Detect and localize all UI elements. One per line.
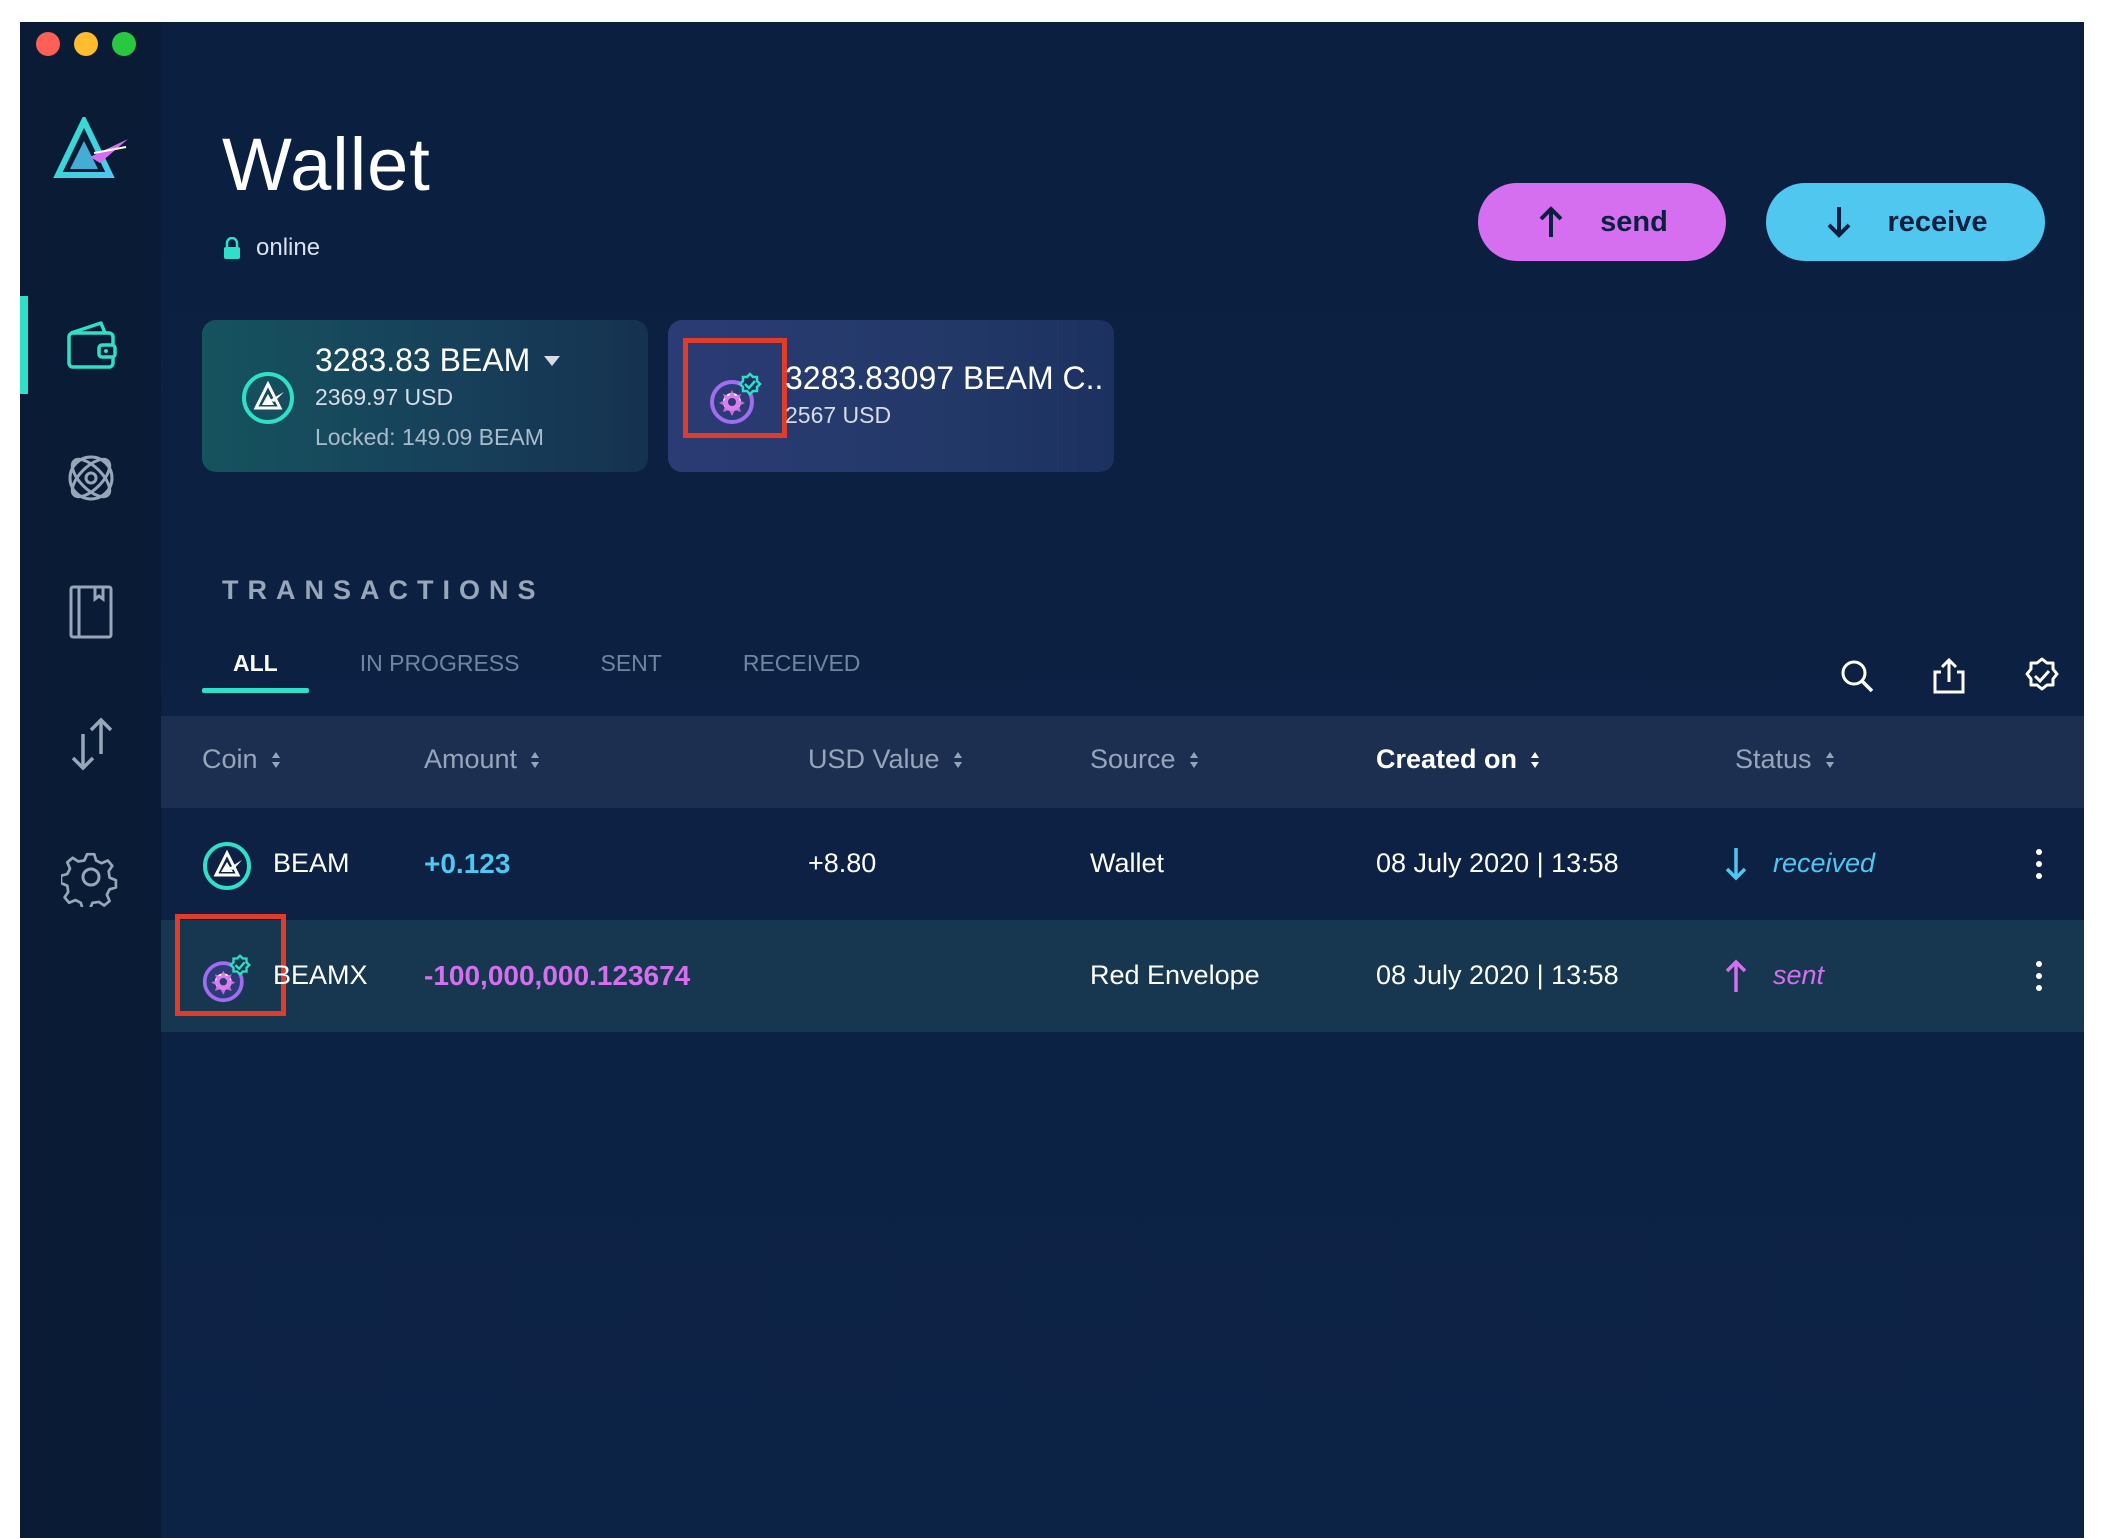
book-icon — [69, 585, 112, 639]
sort-icon — [953, 751, 962, 768]
tab-in-progress[interactable]: IN PROGRESS — [360, 650, 520, 693]
table-header: Coin Amount USD Value Source Created on … — [161, 716, 2084, 808]
column-amount-label: Amount — [424, 744, 518, 774]
send-label: send — [1600, 205, 1668, 238]
asset-card-beam[interactable]: 3283.83 BEAM 2369.97 USD Locked: 149.09 … — [202, 320, 648, 472]
sort-icon — [1531, 751, 1540, 768]
column-status[interactable]: Status — [1735, 744, 1836, 775]
column-amount[interactable]: Amount — [424, 744, 541, 775]
traffic-lights — [36, 32, 136, 56]
sort-icon — [1189, 751, 1198, 768]
column-status-label: Status — [1735, 744, 1812, 774]
status-text: online — [256, 234, 321, 261]
tab-received[interactable]: RECEIVED — [743, 650, 861, 693]
beam-balance: 3283.83 BEAM — [315, 342, 561, 379]
more-options-icon[interactable] — [2033, 958, 2045, 994]
tab-all[interactable]: ALL — [202, 650, 309, 693]
beam-logo-icon — [53, 117, 128, 178]
row-status: received — [1773, 848, 1876, 878]
sort-icon — [1825, 751, 1834, 768]
atom-icon — [68, 455, 113, 501]
lock-icon — [224, 237, 240, 259]
zoom-window-button[interactable] — [112, 32, 136, 56]
chevron-down-icon[interactable] — [544, 355, 561, 366]
send-button[interactable]: send — [1478, 183, 1726, 261]
sidebar — [20, 22, 161, 1538]
sidebar-item-settings[interactable] — [20, 827, 161, 927]
column-usd-value-label: USD Value — [808, 744, 940, 774]
minimize-window-button[interactable] — [74, 32, 98, 56]
column-created-on[interactable]: Created on — [1376, 744, 1541, 775]
row-status: sent — [1773, 960, 1825, 990]
transaction-tabs: ALL IN PROGRESS SENT RECEIVED — [202, 650, 941, 693]
beamx-usd: 2567 USD — [785, 402, 892, 428]
receive-button[interactable]: receive — [1766, 183, 2045, 261]
more-options-icon[interactable] — [2033, 846, 2045, 882]
sort-icon — [271, 751, 280, 768]
beam-usd: 2369.97 USD — [315, 384, 454, 410]
wallet-icon — [66, 321, 117, 369]
column-coin-label: Coin — [202, 744, 258, 774]
receive-label: receive — [1887, 205, 1988, 238]
column-source-label: Source — [1090, 744, 1176, 774]
table-row[interactable]: BEAMX -100,000,000.123674 Red Envelope 0… — [161, 914, 2084, 1032]
page-title: Wallet — [222, 123, 431, 206]
row-usd-value: +8.80 — [808, 848, 877, 878]
connection-status: online — [222, 234, 320, 262]
row-source: Wallet — [1090, 848, 1165, 878]
sidebar-item-atomic-swap[interactable] — [20, 428, 161, 528]
export-icon[interactable] — [1929, 656, 1969, 696]
sidebar-item-address-book[interactable] — [20, 561, 161, 661]
row-coin: BEAMX — [273, 960, 368, 990]
search-icon[interactable] — [1837, 656, 1877, 696]
row-amount: -100,000,000.123674 — [424, 960, 691, 991]
column-source[interactable]: Source — [1090, 744, 1200, 775]
transactions-title: TRANSACTIONS — [222, 575, 545, 605]
beamx-coin-icon — [202, 954, 251, 1003]
beam-amount: 3283.83 BEAM — [315, 342, 531, 378]
sidebar-item-utxo[interactable] — [20, 694, 161, 794]
column-created-on-label: Created on — [1376, 744, 1518, 774]
row-amount: +0.123 — [424, 848, 511, 879]
arrow-down-icon — [1827, 207, 1850, 238]
column-usd-value[interactable]: USD Value — [808, 744, 964, 775]
row-source: Red Envelope — [1090, 960, 1260, 990]
beamx-coin-icon — [710, 372, 762, 424]
beamx-amount: 3283.83097 BEAM C.. — [785, 360, 1104, 396]
tab-sent[interactable]: SENT — [600, 650, 661, 693]
beam-coin-icon — [242, 372, 294, 424]
verified-icon[interactable] — [2022, 656, 2062, 696]
row-created-on: 08 July 2020 | 13:58 — [1376, 960, 1619, 990]
gear-icon — [60, 852, 117, 907]
arrow-down-icon — [1725, 848, 1747, 881]
arrow-up-icon — [1725, 959, 1747, 992]
row-coin: BEAM — [273, 848, 350, 878]
transfer-arrows-icon — [71, 717, 112, 771]
close-window-button[interactable] — [36, 32, 60, 56]
beam-locked: Locked: 149.09 BEAM — [315, 424, 544, 450]
app-window: Wallet online send receive 3283.83 BEAM … — [20, 22, 2084, 1538]
sidebar-item-wallet[interactable] — [20, 295, 161, 395]
arrow-up-icon — [1539, 206, 1563, 237]
row-created-on: 08 July 2020 | 13:58 — [1376, 848, 1619, 878]
asset-card-beamx[interactable]: 3283.83097 BEAM C.. 2567 USD — [668, 320, 1114, 472]
beam-coin-icon — [203, 842, 251, 890]
main-content: Wallet online send receive 3283.83 BEAM … — [161, 22, 2084, 1538]
table-row[interactable]: BEAM +0.123 +8.80 Wallet 08 July 2020 | … — [161, 808, 2084, 920]
column-coin[interactable]: Coin — [202, 744, 282, 775]
sort-icon — [531, 751, 540, 768]
